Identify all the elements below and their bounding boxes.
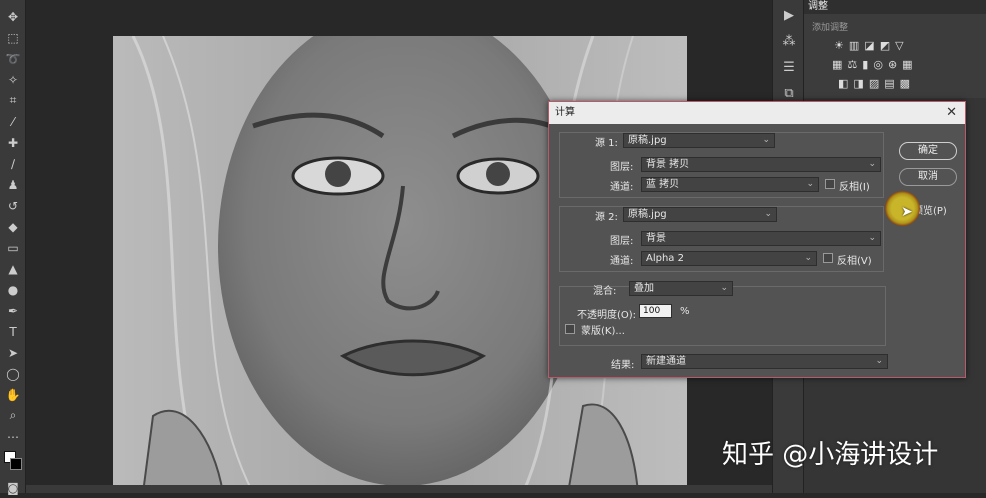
move-tool-icon[interactable]: ✥	[0, 6, 26, 27]
chevron-down-icon: ⌄	[875, 356, 883, 366]
magic-wand-tool-icon[interactable]: ✧	[0, 69, 26, 90]
color-swatches[interactable]	[0, 447, 25, 477]
cancel-button[interactable]: 取消	[899, 168, 957, 186]
quick-mask-icon[interactable]: ◙	[0, 477, 26, 498]
adjustment-icons-row-1: ☀ ▥ ◪ ◩ ▽	[804, 33, 986, 52]
adjustment-icons-row-3: ◧ ◨ ▨ ▤ ▩	[804, 71, 986, 90]
vibrance-icon[interactable]: ▽	[895, 39, 903, 52]
dodge-tool-icon[interactable]: ●	[0, 279, 26, 300]
source2-label: 源 2:	[595, 212, 618, 223]
hand-tool-icon[interactable]: ✋	[0, 384, 26, 405]
source2-file-select[interactable]: 原稿.jpg ⌄	[623, 207, 777, 222]
source2-invert-checkbox[interactable]	[823, 253, 833, 263]
result-select[interactable]: 新建通道 ⌄	[641, 354, 888, 369]
source2-channel-select[interactable]: Alpha 2 ⌄	[641, 251, 817, 266]
source2-invert-label[interactable]: 反相(V)	[837, 252, 872, 267]
background-color-swatch[interactable]	[10, 458, 22, 470]
opacity-unit: %	[680, 306, 690, 317]
eyedropper-tool-icon[interactable]: ⁄	[0, 111, 26, 132]
adjustments-subtitle: 添加调整	[812, 23, 849, 33]
opacity-input[interactable]: 100	[639, 304, 672, 318]
blend-label: 混合:	[593, 286, 617, 297]
hue-saturation-icon[interactable]: ▦	[832, 58, 842, 71]
pen-tool-icon[interactable]: ✒	[0, 300, 26, 321]
lasso-tool-icon[interactable]: ➰	[0, 48, 26, 69]
color-lookup-icon[interactable]: ▦	[902, 58, 912, 71]
source2-layer-select[interactable]: 背景 ⌄	[641, 231, 881, 246]
adjustments-tab[interactable]: 调整	[804, 0, 986, 14]
play-icon[interactable]: ▶	[773, 2, 805, 28]
close-icon[interactable]: ✕	[946, 102, 957, 124]
posterize-icon[interactable]: ◨	[853, 77, 863, 90]
opacity-label: 不透明度(O):	[577, 310, 637, 321]
mask-label[interactable]: 蒙版(K)...	[581, 322, 625, 337]
chevron-down-icon: ⌄	[762, 135, 770, 145]
selective-color-icon[interactable]: ▩	[900, 77, 910, 90]
history-brush-tool-icon[interactable]: ↺	[0, 195, 26, 216]
color-balance-icon[interactable]: ⚖	[847, 58, 857, 71]
gradient-tool-icon[interactable]: ▭	[0, 237, 26, 258]
source1-invert-checkbox[interactable]	[825, 179, 835, 189]
type-tool-icon[interactable]: T	[0, 321, 26, 342]
tools-panel: ✥ ⬚ ➰ ✧ ⌗ ⁄ ✚ ∕ ♟ ↺ ◆ ▭ ▲ ● ✒ T ➤ ◯ ✋ ⌕ …	[0, 0, 26, 495]
chevron-down-icon: ⌄	[804, 253, 812, 263]
ok-button[interactable]: 确定	[899, 142, 957, 160]
chevron-down-icon: ⌄	[868, 159, 876, 169]
invert-icon[interactable]: ◧	[838, 77, 848, 90]
chevron-down-icon: ⌄	[720, 283, 728, 293]
chevron-down-icon: ⌄	[764, 209, 772, 219]
source2-channel-label: 通道:	[610, 256, 634, 267]
dialog-title: 计算	[555, 107, 575, 118]
source1-file-select[interactable]: 原稿.jpg ⌄	[623, 133, 775, 148]
blend-mode-select[interactable]: 叠加 ⌄	[629, 281, 733, 296]
sliders-icon[interactable]: ☰	[773, 54, 805, 80]
result-label: 结果:	[611, 360, 635, 371]
channel-mixer-icon[interactable]: ⊛	[888, 58, 897, 71]
crop-tool-icon[interactable]: ⌗	[0, 90, 26, 111]
source1-channel-select[interactable]: 蓝 拷贝 ⌄	[641, 177, 819, 192]
dialog-title-bar: 计算 ✕	[549, 102, 965, 124]
source1-label: 源 1:	[595, 138, 618, 149]
source1-channel-label: 通道:	[610, 182, 634, 193]
mouse-pointer-icon: ➤	[901, 204, 913, 220]
stamp-tool-icon[interactable]: ♟	[0, 174, 26, 195]
chevron-down-icon: ⌄	[868, 233, 876, 243]
chevron-down-icon: ⌄	[806, 179, 814, 189]
source1-invert-label[interactable]: 反相(I)	[839, 178, 870, 193]
status-bar	[26, 485, 772, 493]
adjustment-icons-row-2: ▦ ⚖ ▮ ◎ ⊛ ▦	[804, 52, 986, 71]
brightness-icon[interactable]: ☀	[834, 39, 844, 52]
eraser-tool-icon[interactable]: ◆	[0, 216, 26, 237]
calculations-dialog: 计算 ✕ 源 1: 原稿.jpg ⌄ 图层: 背景 拷贝 ⌄ 通道: 蓝 拷贝 ⌄ 反…	[548, 101, 966, 378]
source1-layer-label: 图层:	[610, 162, 634, 173]
source1-layer-select[interactable]: 背景 拷贝 ⌄	[641, 157, 881, 172]
zoom-tool-icon[interactable]: ⌕	[0, 405, 26, 426]
path-selection-tool-icon[interactable]: ➤	[0, 342, 26, 363]
blur-tool-icon[interactable]: ▲	[0, 258, 26, 279]
marquee-tool-icon[interactable]: ⬚	[0, 27, 26, 48]
black-white-icon[interactable]: ▮	[862, 58, 868, 71]
healing-brush-tool-icon[interactable]: ✚	[0, 132, 26, 153]
brush-tool-icon[interactable]: ∕	[0, 153, 26, 174]
threshold-icon[interactable]: ▨	[869, 77, 879, 90]
curves-icon[interactable]: ◪	[864, 39, 874, 52]
brush-settings-icon[interactable]: ⁂	[773, 28, 805, 54]
watermark: 知乎 @小海讲设计	[722, 440, 939, 470]
gradient-map-icon[interactable]: ▤	[884, 77, 894, 90]
source2-layer-label: 图层:	[610, 236, 634, 247]
exposure-icon[interactable]: ◩	[880, 39, 890, 52]
more-tools-icon[interactable]: ⋯	[0, 426, 26, 447]
shape-tool-icon[interactable]: ◯	[0, 363, 26, 384]
levels-icon[interactable]: ▥	[849, 39, 859, 52]
mask-checkbox[interactable]	[565, 324, 575, 334]
photo-filter-icon[interactable]: ◎	[873, 58, 883, 71]
